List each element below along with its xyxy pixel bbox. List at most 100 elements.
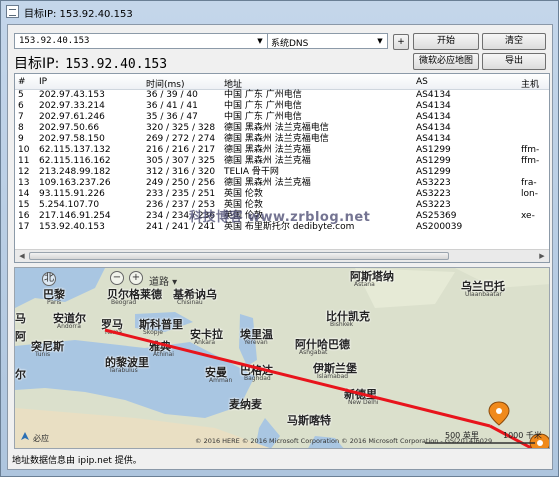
horizontal-scrollbar[interactable]: ◀ ▶ xyxy=(15,249,549,262)
table-cell: AS1299 xyxy=(416,167,451,177)
table-cell: AS4134 xyxy=(416,101,451,111)
table-cell: ffm- xyxy=(521,145,540,155)
table-cell: AS4134 xyxy=(416,112,451,122)
export-button[interactable]: 导出 xyxy=(482,53,546,70)
table-cell: 17 xyxy=(18,222,30,232)
table-cell: 德国 黑森州 法兰克福 xyxy=(224,178,311,188)
table-cell: 62.115.116.162 xyxy=(39,156,111,166)
target-ip: 153.92.40.153 xyxy=(65,57,168,72)
host-combobox[interactable]: 153.92.40.153 ▼ xyxy=(14,33,268,49)
table-cell: 中国 广东 广州电信 xyxy=(224,112,302,122)
table-cell: fra- xyxy=(521,178,537,188)
route-overlay xyxy=(21,328,549,448)
table-cell: 5 xyxy=(18,90,24,100)
bing-logo-icon xyxy=(21,432,29,440)
table-cell: 312 / 316 / 320 xyxy=(146,167,216,177)
table-cell: TELIA 骨干网 xyxy=(224,167,279,177)
table-cell: 93.115.91.226 xyxy=(39,189,105,199)
column-header[interactable]: 主机 xyxy=(521,77,539,90)
bing-label: 必应 xyxy=(33,434,49,443)
table-cell: AS3223 xyxy=(416,178,451,188)
table-cell: xe- xyxy=(521,211,535,221)
table-cell: 217.146.91.254 xyxy=(39,211,111,221)
column-header[interactable]: 地址 xyxy=(224,77,242,90)
table-row[interactable]: 8 202.97.50.66 320 / 325 / 328 德国 黑森州 法兰克福电… xyxy=(15,123,549,134)
table-cell: 36 / 39 / 40 xyxy=(146,90,198,100)
table-cell: 中国 广东 广州电信 xyxy=(224,101,302,111)
add-button[interactable]: + xyxy=(393,34,409,50)
table-cell: 10 xyxy=(18,145,30,155)
table-cell: AS1299 xyxy=(416,156,451,166)
table-row[interactable]: 9 202.97.58.150 269 / 272 / 274 德国 黑森州 法兰克福… xyxy=(15,134,549,145)
table-row[interactable]: 10 62.115.137.132 216 / 216 / 217 德国 黑森州 法兰… xyxy=(15,145,549,156)
table-row[interactable]: 13 109.163.237.26 249 / 250 / 256 德国 黑森州 法兰… xyxy=(15,178,549,189)
table-cell: ffm- xyxy=(521,156,540,166)
column-header[interactable]: # xyxy=(18,77,40,87)
scale-label-km: 1000 千米 xyxy=(503,431,542,440)
clear-button[interactable]: 清空 xyxy=(482,33,546,50)
host-input[interactable]: 153.92.40.153 xyxy=(19,36,89,46)
table-cell: 213.248.99.182 xyxy=(39,167,111,177)
scroll-left-icon[interactable]: ◀ xyxy=(16,251,28,261)
column-header[interactable]: AS xyxy=(416,77,428,87)
chevron-down-icon[interactable]: ▼ xyxy=(373,34,387,48)
title-bar: 目标IP: 153.92.40.153 xyxy=(1,1,558,23)
chevron-down-icon[interactable]: ▼ xyxy=(253,34,267,48)
table-cell: 35 / 36 / 47 xyxy=(146,112,198,122)
table-cell: AS4134 xyxy=(416,90,451,100)
table-cell: 德国 黑森州 法兰克福电信 xyxy=(224,134,329,144)
table-cell: 233 / 235 / 251 xyxy=(146,189,216,199)
table-cell: 德国 黑森州 法兰克福 xyxy=(224,156,311,166)
watermark: 科技博客 www.zrblog.net xyxy=(189,210,371,225)
table-cell: 15 xyxy=(18,200,30,210)
app-icon xyxy=(6,5,19,18)
table-row[interactable]: 12 213.248.99.182 312 / 316 / 320 TELIA 骨干网… xyxy=(15,167,549,178)
table-cell: AS4134 xyxy=(416,123,451,133)
table-cell: 13 xyxy=(18,178,30,188)
table-row[interactable]: 5 202.97.43.153 36 / 39 / 40 中国 广东 广州电信 AS41… xyxy=(15,90,549,101)
start-button[interactable]: 开始 xyxy=(413,33,479,50)
table-cell: 德国 黑森州 法兰克福电信 xyxy=(224,123,329,133)
table-cell: 36 / 41 / 41 xyxy=(146,101,198,111)
table-cell: AS3223 xyxy=(416,200,451,210)
table-cell: 英国 伦敦 xyxy=(224,189,263,199)
table-cell: 14 xyxy=(18,189,30,199)
column-header[interactable]: 时间(ms) xyxy=(146,77,184,90)
scroll-right-icon[interactable]: ▶ xyxy=(536,251,548,261)
table-cell: 8 xyxy=(18,123,24,133)
dns-select-value: 系统DNS xyxy=(271,39,309,49)
main-panel: 153.92.40.153 ▼ 系统DNS ▼ + 开始 清空 微软必应地图 导… xyxy=(7,24,553,470)
table-row[interactable]: 7 202.97.61.246 35 / 36 / 47 中国 广东 广州电信 AS41… xyxy=(15,112,549,123)
table-cell: 5.254.107.70 xyxy=(39,200,100,210)
table-cell: 249 / 250 / 256 xyxy=(146,178,216,188)
window-title: 目标IP: 153.92.40.153 xyxy=(24,9,133,20)
table-row[interactable]: 6 202.97.33.214 36 / 41 / 41 中国 广东 广州电信 AS41… xyxy=(15,101,549,112)
bing-map-button[interactable]: 微软必应地图 xyxy=(413,53,479,70)
table-cell: 202.97.61.246 xyxy=(39,112,105,122)
table-cell: 269 / 272 / 274 xyxy=(146,134,216,144)
location-pin-icon[interactable] xyxy=(488,401,510,426)
table-cell: 11 xyxy=(18,156,30,166)
table-cell: AS1299 xyxy=(416,145,451,155)
table-cell: AS4134 xyxy=(416,134,451,144)
table-cell: 202.97.43.153 xyxy=(39,90,105,100)
table-cell: 16 xyxy=(18,211,30,221)
table-cell: AS200039 xyxy=(416,222,463,232)
trace-table[interactable]: # IP 时间(ms) 地址 AS 主机 5 202.97.43.153 36 / … xyxy=(14,73,550,263)
column-header[interactable]: IP xyxy=(39,77,47,87)
table-cell: 202.97.50.66 xyxy=(39,123,100,133)
table-cell: 202.97.58.150 xyxy=(39,134,105,144)
table-cell: lon- xyxy=(521,189,538,199)
table-cell: 6 xyxy=(18,101,24,111)
map-copyright: © 2016 HERE © 2016 Microsoft Corporation… xyxy=(195,437,493,445)
table-cell: 320 / 325 / 328 xyxy=(146,123,216,133)
table-cell: 7 xyxy=(18,112,24,122)
table-row[interactable]: 11 62.115.116.162 305 / 307 / 325 德国 黑森州 法兰… xyxy=(15,156,549,167)
table-cell: 202.97.33.214 xyxy=(39,101,105,111)
table-cell: 62.115.137.132 xyxy=(39,145,111,155)
table-row[interactable]: 14 93.115.91.226 233 / 235 / 251 英国 伦敦 AS322… xyxy=(15,189,549,200)
route-map[interactable]: 北 − + 道路 ▾ 巴黎 Paris 贝尔格莱德 Beograd 基希讷乌 Chisin… xyxy=(14,267,550,449)
table-cell: 109.163.237.26 xyxy=(39,178,111,188)
dns-select[interactable]: 系统DNS ▼ xyxy=(267,33,388,49)
scrollbar-thumb[interactable] xyxy=(29,252,449,260)
